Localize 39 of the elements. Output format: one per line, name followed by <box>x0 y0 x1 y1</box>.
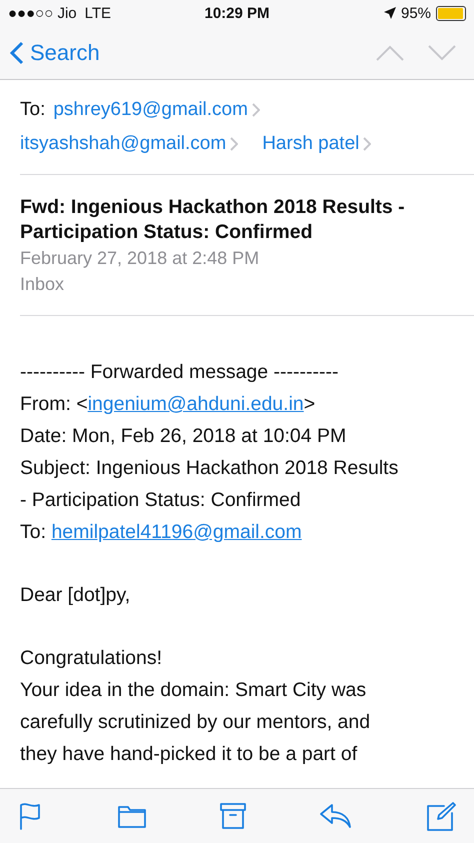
folder-button[interactable] <box>118 804 146 828</box>
carrier-name: ●●●○○ Jio <box>8 4 77 22</box>
chevron-icon <box>252 103 260 117</box>
clock: 10:29 PM <box>204 4 270 22</box>
reply-button[interactable] <box>320 804 352 828</box>
archive-button[interactable] <box>220 803 246 829</box>
chevron-icon <box>363 137 372 151</box>
body-line: ---------- Forwarded message ---------- <box>20 360 340 385</box>
archive-box-icon <box>220 803 246 829</box>
back-chevron-icon <box>10 40 24 64</box>
body-line: To: hemilpatel41196@gmail.com <box>20 520 303 545</box>
email-link[interactable]: hemilpatel41196@gmail.com <box>51 521 302 543</box>
mailbox-name: Inbox <box>20 273 66 296</box>
network-type: LTE <box>84 4 112 22</box>
recipient-link[interactable]: Harsh patel <box>262 133 372 155</box>
back-button[interactable]: Search <box>10 40 100 66</box>
body-line: Date: Mon, Feb 26, 2018 at 10:04 PM <box>20 424 348 449</box>
email-subject: Fwd: Ingenious Hackathon 2018 Results - Participation Status: Confirmed <box>20 195 406 245</box>
body-line: From: <ingenium@ahduni.edu.in> <box>20 392 316 417</box>
body-line: Your idea in the domain: Smart City was <box>20 678 368 703</box>
battery-icon <box>436 6 466 20</box>
body-line: Congratulations! <box>20 646 164 671</box>
body-line: - Participation Status: Confirmed <box>20 488 302 513</box>
body-line: Dear [dot]py, <box>20 583 132 608</box>
email-date: February 27, 2018 at 2:48 PM <box>20 247 260 270</box>
compose-icon <box>426 801 456 831</box>
recipient-link[interactable]: itsyashshah@gmail.com <box>20 133 238 155</box>
body-line: Subject: Ingenious Hackathon 2018 Results <box>20 456 400 481</box>
compose-button[interactable] <box>426 801 456 831</box>
location-arrow-icon <box>384 7 396 19</box>
reply-icon <box>320 804 352 828</box>
battery-percentage: 95% <box>400 4 432 22</box>
to-label: To: <box>20 99 46 121</box>
folder-icon <box>118 804 146 828</box>
recipient-link[interactable]: pshrey619@gmail.com <box>53 99 260 121</box>
body-line: carefully scrutinized by our mentors, and <box>20 710 372 735</box>
chevron-icon <box>230 137 238 151</box>
email-link[interactable]: ingenium@ahduni.edu.in <box>88 393 304 415</box>
body-line: they have hand-picked it to be a part of <box>20 742 358 767</box>
